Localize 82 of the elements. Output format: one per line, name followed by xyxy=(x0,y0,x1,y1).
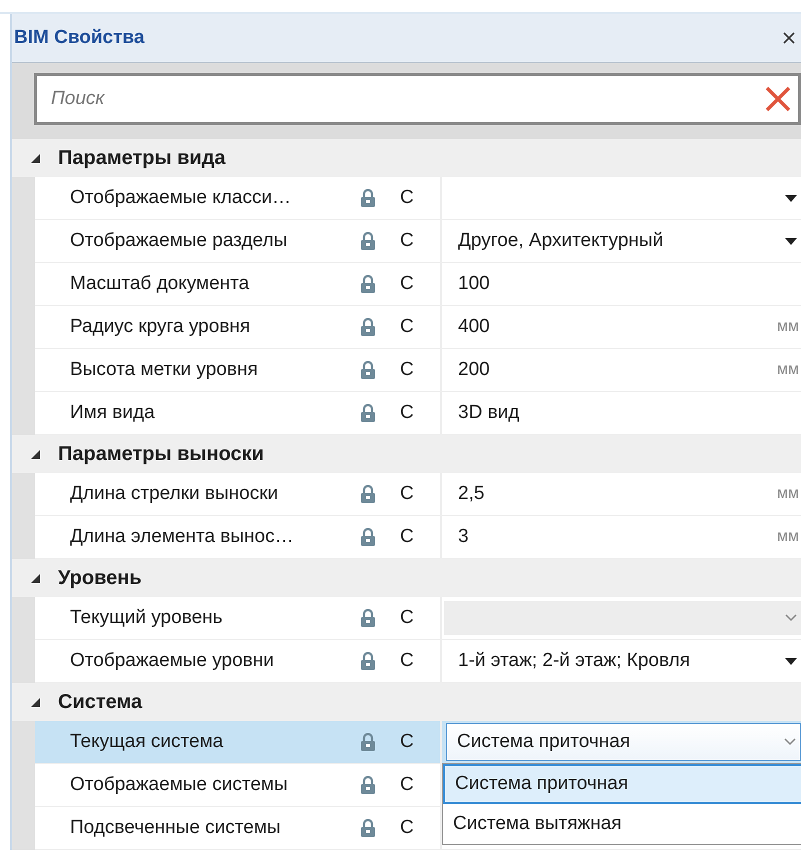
dropdown-field[interactable]: 1-й этаж; 2-й этаж; Кровля xyxy=(458,640,801,682)
property-value: 2,5 xyxy=(458,483,484,505)
property-row[interactable]: Отображаемые класси… С xyxy=(35,177,801,220)
property-name: Отображаемые уровни xyxy=(70,650,274,672)
property-name: Текущая система xyxy=(70,731,224,753)
window-title: BIM Свойства xyxy=(13,27,144,49)
unit-label: мм xyxy=(777,361,799,379)
property-name: Подсвеченные системы xyxy=(70,817,281,839)
lock-icon xyxy=(360,189,376,207)
section-title[interactable]: Параметры вида xyxy=(58,146,226,170)
dropdown-field[interactable]: Другое, Архитектурный xyxy=(458,220,801,262)
dropdown-arrow-icon[interactable] xyxy=(785,658,797,664)
scope-label: С xyxy=(400,230,414,252)
property-name: Имя вида xyxy=(70,402,155,424)
property-value: 100 xyxy=(458,273,490,295)
property-row[interactable]: Длина элемента вынос… С 3 мм xyxy=(35,516,801,559)
lock-icon xyxy=(360,361,376,379)
lock-icon xyxy=(360,275,376,293)
chevron-down-icon[interactable] xyxy=(785,614,797,622)
property-value: 3 xyxy=(458,526,469,548)
lock-icon xyxy=(360,819,376,837)
lock-icon xyxy=(360,232,376,250)
unit-label: мм xyxy=(777,528,799,546)
section-title[interactable]: Система xyxy=(58,690,142,714)
dropdown-field[interactable] xyxy=(444,601,801,635)
property-row[interactable]: Отображаемые уровни С 1-й этаж; 2-й этаж; Кровля xyxy=(35,640,801,683)
property-name: Радиус круга уровня xyxy=(70,316,250,338)
dropdown-option[interactable]: Система вытяжная xyxy=(443,804,801,844)
property-name: Высота метки уровня xyxy=(70,359,258,381)
property-value: 3D вид xyxy=(458,402,520,424)
property-row[interactable]: Отображаемые разделы С Другое, Архитектурный xyxy=(35,220,801,263)
section-title[interactable]: Уровень xyxy=(58,566,142,590)
scope-label: С xyxy=(400,273,414,295)
lock-icon xyxy=(360,652,376,670)
lock-icon xyxy=(360,776,376,794)
expand-triangle-icon[interactable] xyxy=(30,448,40,460)
property-name: Отображаемые разделы xyxy=(70,230,288,252)
expand-triangle-icon[interactable] xyxy=(30,152,40,164)
search-field[interactable]: Поиск xyxy=(34,73,801,125)
chevron-down-icon[interactable] xyxy=(784,738,796,746)
property-value: 200 xyxy=(458,359,490,381)
scope-label: С xyxy=(400,526,414,548)
property-row[interactable]: Высота метки уровня С 200 мм xyxy=(35,349,801,392)
dropdown-option[interactable]: Система приточная xyxy=(443,764,801,804)
scope-label: С xyxy=(400,187,414,209)
lock-icon xyxy=(360,733,376,751)
section-title[interactable]: Параметры выноски xyxy=(58,442,264,466)
property-row[interactable]: Радиус круга уровня С 400 мм xyxy=(35,306,801,349)
scope-label: С xyxy=(400,731,414,753)
property-name: Отображаемые системы xyxy=(70,774,288,796)
dropdown-arrow-icon[interactable] xyxy=(785,238,797,244)
scope-label: С xyxy=(400,402,414,424)
scope-label: С xyxy=(400,316,414,338)
scope-label: С xyxy=(400,774,414,796)
property-name: Длина стрелки выноски xyxy=(70,483,278,505)
lock-icon xyxy=(360,528,376,546)
close-icon[interactable] xyxy=(783,32,795,44)
lock-icon xyxy=(360,609,376,627)
lock-icon xyxy=(360,485,376,503)
scope-label: С xyxy=(400,483,414,505)
property-row[interactable]: Длина стрелки выноски С 2,5 мм xyxy=(35,473,801,516)
dropdown-field[interactable]: Система приточная xyxy=(446,723,801,761)
clear-icon[interactable] xyxy=(765,86,791,112)
lock-icon xyxy=(360,404,376,422)
property-value: 400 xyxy=(458,316,490,338)
property-row[interactable]: Имя вида С 3D вид xyxy=(35,392,801,435)
expand-triangle-icon[interactable] xyxy=(30,696,40,708)
scope-label: С xyxy=(400,359,414,381)
property-name: Масштаб документа xyxy=(70,273,250,295)
scope-label: С xyxy=(400,607,414,629)
property-name: Отображаемые класси… xyxy=(70,187,292,209)
scope-label: С xyxy=(400,650,414,672)
unit-label: мм xyxy=(777,485,799,503)
property-name: Длина элемента вынос… xyxy=(70,526,294,548)
lock-icon xyxy=(360,318,376,336)
property-row[interactable]: Текущий уровень С xyxy=(35,597,801,640)
dropdown-arrow-icon[interactable] xyxy=(785,194,797,202)
expand-triangle-icon[interactable] xyxy=(30,572,40,584)
property-row[interactable]: Масштаб документа С 100 xyxy=(35,263,801,306)
scope-label: С xyxy=(400,817,414,839)
unit-label: мм xyxy=(777,318,799,336)
property-name: Текущий уровень xyxy=(70,607,223,629)
